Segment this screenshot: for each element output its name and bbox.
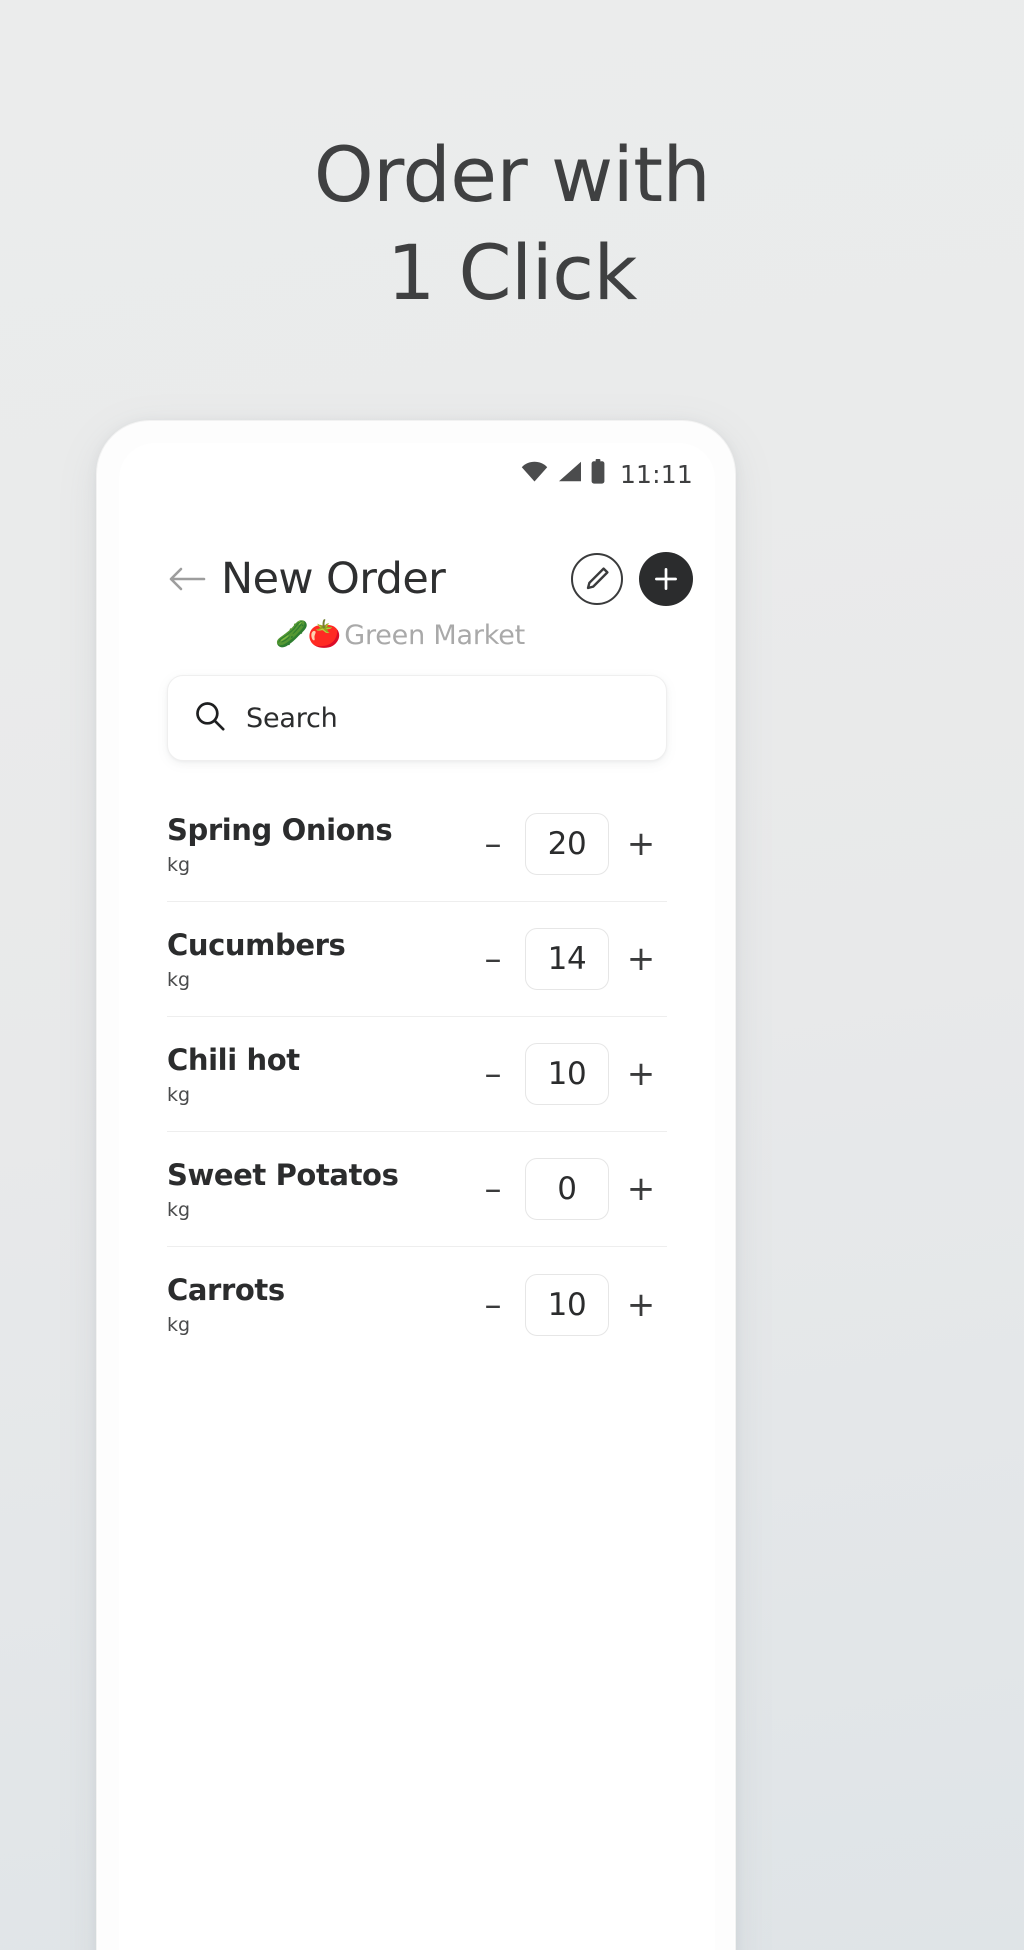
decrement-button[interactable]: –: [467, 933, 519, 985]
increment-button[interactable]: +: [615, 1163, 667, 1215]
app-header: New Order: [119, 543, 715, 615]
plus-icon: +: [626, 939, 656, 979]
plus-icon: [655, 568, 677, 590]
add-item-button[interactable]: [639, 552, 693, 606]
product-row: Sweet Potatos kg – 0 +: [167, 1132, 667, 1247]
plus-icon: +: [626, 1054, 656, 1094]
product-name: Chili hot: [167, 1042, 300, 1077]
wifi-icon: [521, 461, 548, 487]
battery-icon: [591, 459, 605, 489]
quantity-stepper: – 10 +: [467, 1043, 667, 1105]
promo-page: Order with 1 Click 11:11 New Order 🥒🍅 Gr…: [0, 0, 1024, 1950]
quantity-field[interactable]: 10: [525, 1273, 609, 1336]
quantity-value: 20: [547, 826, 587, 862]
quantity-value: 10: [547, 1286, 587, 1323]
minus-icon: –: [484, 1169, 502, 1209]
search-input-text[interactable]: Search: [246, 703, 338, 734]
product-info: Carrots kg: [167, 1273, 467, 1336]
minus-icon: –: [484, 1054, 502, 1094]
quantity-value: 14: [547, 941, 587, 977]
product-info: Spring Onions kg: [167, 813, 467, 876]
quantity-stepper: – 0 +: [467, 1158, 667, 1220]
status-bar: 11:11: [119, 443, 715, 505]
increment-button[interactable]: +: [615, 1279, 667, 1331]
product-info: Cucumbers kg: [167, 928, 467, 991]
minus-icon: –: [484, 1284, 502, 1325]
quantity-field[interactable]: 0: [525, 1158, 609, 1220]
store-subtitle: 🥒🍅 Green Market: [119, 618, 715, 652]
headline-line-1: Order with: [313, 130, 711, 219]
product-unit: kg: [167, 1198, 191, 1221]
increment-button[interactable]: +: [615, 818, 667, 870]
product-unit: kg: [167, 1314, 191, 1336]
quantity-value: 0: [557, 1171, 577, 1207]
store-emoji: 🥒🍅: [274, 619, 341, 650]
status-bar-time: 11:11: [619, 459, 693, 489]
product-name: Spring Onions: [167, 812, 393, 847]
search-icon: [194, 700, 226, 737]
increment-button[interactable]: +: [615, 1048, 667, 1100]
product-row: Carrots kg – 10 +: [167, 1247, 667, 1362]
edit-pencil-icon[interactable]: [571, 553, 623, 605]
minus-icon: –: [484, 824, 502, 864]
page-title: New Order: [221, 554, 446, 604]
decrement-button[interactable]: –: [467, 1279, 519, 1331]
header-actions: [571, 552, 693, 606]
product-unit: kg: [167, 1083, 191, 1106]
product-unit: kg: [167, 853, 191, 876]
decrement-button[interactable]: –: [467, 1163, 519, 1215]
product-name: Cucumbers: [167, 927, 346, 962]
product-row: Cucumbers kg – 14 +: [167, 902, 667, 1017]
back-arrow-icon[interactable]: [167, 559, 207, 599]
decrement-button[interactable]: –: [467, 1048, 519, 1100]
product-row: Spring Onions kg – 20 +: [167, 787, 667, 902]
plus-icon: +: [626, 1284, 656, 1325]
phone-mockup: 11:11 New Order 🥒🍅 Green Market Search S…: [96, 420, 736, 1950]
decrement-button[interactable]: –: [467, 818, 519, 870]
quantity-field[interactable]: 10: [525, 1043, 609, 1105]
quantity-stepper: – 20 +: [467, 813, 667, 875]
quantity-value: 10: [547, 1056, 587, 1092]
quantity-field[interactable]: 14: [525, 928, 609, 990]
product-row: Chili hot kg – 10 +: [167, 1017, 667, 1132]
store-name: Green Market: [344, 619, 525, 651]
product-list: Spring Onions kg –20 + Cucumbers kg –14 + Chili …: [119, 787, 715, 1362]
product-info: Chili hot kg: [167, 1043, 467, 1106]
quantity-field[interactable]: 20: [525, 813, 609, 875]
product-info: Sweet Potatos kg: [167, 1158, 467, 1221]
increment-button[interactable]: +: [615, 933, 667, 985]
promo-headline: Order with 1 Click: [0, 126, 1024, 322]
cellular-signal-icon: [557, 461, 582, 487]
search-input[interactable]: Search: [167, 675, 667, 761]
product-name: Carrots: [167, 1273, 285, 1307]
product-unit: kg: [167, 968, 191, 991]
quantity-stepper: – 14 +: [467, 928, 667, 990]
quantity-stepper: – 10 +: [467, 1273, 667, 1336]
plus-icon: +: [626, 824, 656, 864]
product-name: Sweet Potatos: [167, 1157, 399, 1192]
minus-icon: –: [484, 939, 502, 979]
headline-line-2: 1 Click: [386, 228, 638, 317]
phone-screen: 11:11 New Order 🥒🍅 Green Market Search S…: [119, 443, 715, 1950]
plus-icon: +: [626, 1169, 656, 1209]
